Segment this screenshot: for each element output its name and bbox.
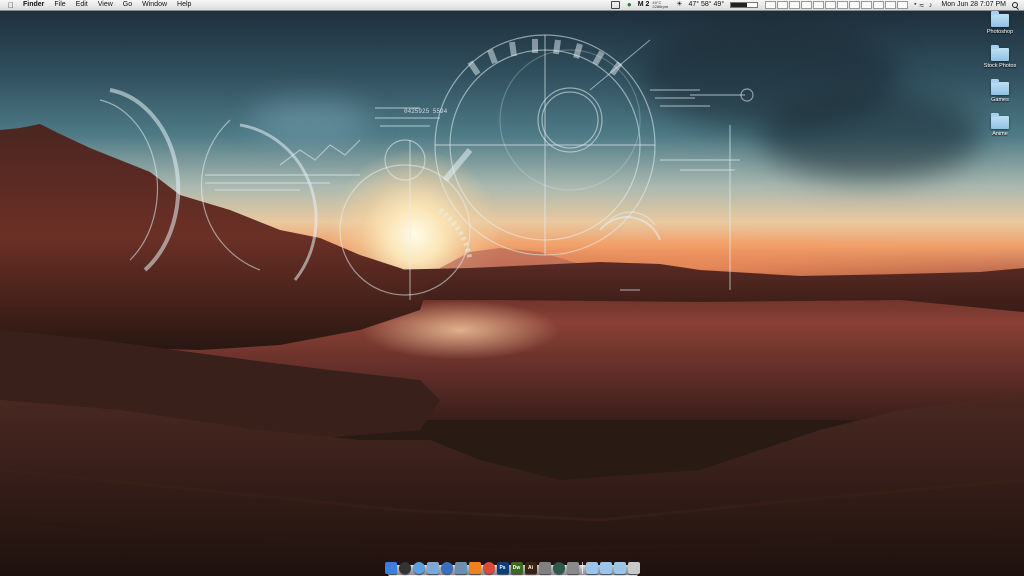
menu-app-finder[interactable]: Finder	[23, 0, 44, 10]
gmail-notifier[interactable]: M 2	[638, 0, 650, 10]
documents-stack-icon[interactable]	[599, 562, 612, 574]
menu-bar:  Finder File Edit View Go Window Help ●…	[0, 0, 1024, 11]
display-mirror-icon[interactable]	[610, 0, 621, 10]
wifi-icon[interactable]: ≈	[920, 1, 924, 10]
menu-edit[interactable]: Edit	[76, 0, 88, 10]
menu-extras: ● M 2 49°C 2286rpm ☀ 47° 58° 49° ⋆ ≈ ♪ M…	[604, 0, 1018, 10]
weather-icon[interactable]: ☀	[676, 0, 682, 10]
growl-icon[interactable]: ●	[627, 0, 632, 10]
illustrator-icon[interactable]: Ai	[524, 562, 537, 574]
cpu-meter[interactable]	[730, 0, 759, 10]
folder-icon	[991, 113, 1009, 129]
spotlight-search-icon[interactable]	[1012, 2, 1018, 8]
dock: Ps Dw Ai	[384, 558, 640, 576]
wallpaper-hud-overlay: 0425925 5594	[99, 34, 754, 300]
finder-icon[interactable]	[384, 562, 397, 574]
itunes-icon[interactable]	[440, 562, 453, 574]
desktop-icon-stock-photos[interactable]: Stock Photos	[976, 45, 1024, 69]
desktop-icon-label: Games	[991, 97, 1009, 103]
desktop-icon-label: Stock Photos	[983, 63, 1017, 69]
desktop-wallpaper: 0425925 5594	[0, 0, 1024, 576]
safari-icon[interactable]	[412, 562, 425, 574]
desktop-icon-anime[interactable]: Anime	[976, 113, 1024, 137]
dreamweaver-icon[interactable]: Dw	[510, 562, 523, 574]
iphoto-icon[interactable]	[454, 562, 467, 574]
bluetooth-icon[interactable]: ⋆	[913, 0, 917, 10]
dashboard-icon[interactable]	[398, 562, 411, 574]
photoshop-icon[interactable]: Ps	[496, 562, 509, 574]
dock-items: Ps Dw Ai	[384, 560, 641, 576]
folder-icon	[991, 11, 1009, 27]
folder-icon	[991, 79, 1009, 95]
chrome-icon[interactable]	[482, 562, 495, 574]
hud-number-readout: 0425925 5594	[404, 108, 448, 115]
utility-icon[interactable]	[538, 562, 551, 574]
vlc-icon[interactable]	[468, 562, 481, 574]
desktop-icon-label: Photoshop	[986, 29, 1014, 35]
desktop-icon-label: Anime	[992, 131, 1008, 137]
applications-stack-icon[interactable]	[585, 562, 598, 574]
menu-go[interactable]: Go	[123, 0, 132, 10]
menu-clock[interactable]: Mon Jun 28 7:07 PM	[941, 0, 1006, 10]
weather-temperatures[interactable]: 47° 58° 49°	[688, 0, 724, 10]
menu-extra-indicators[interactable]	[764, 0, 909, 10]
temperature-monitor[interactable]: 49°C 2286rpm	[652, 1, 668, 9]
folder-icon	[991, 45, 1009, 61]
time-machine-icon[interactable]	[552, 562, 565, 574]
menu-file[interactable]: File	[54, 0, 65, 10]
apple-icon[interactable]: 	[4, 1, 18, 10]
menu-view[interactable]: View	[98, 0, 113, 10]
menu-help[interactable]: Help	[177, 0, 191, 10]
system-preferences-icon[interactable]	[566, 562, 579, 574]
menu-window[interactable]: Window	[142, 0, 167, 10]
desktop-icon-photoshop[interactable]: Photoshop	[976, 11, 1024, 35]
dock-separator	[581, 562, 583, 574]
desktop-icon-games[interactable]: Games	[976, 79, 1024, 103]
fan-speed-reading: 2286rpm	[652, 4, 669, 9]
mail-icon[interactable]	[426, 562, 439, 574]
volume-icon[interactable]: ♪	[929, 2, 933, 9]
trash-icon[interactable]	[627, 562, 640, 574]
downloads-stack-icon[interactable]	[613, 562, 626, 574]
